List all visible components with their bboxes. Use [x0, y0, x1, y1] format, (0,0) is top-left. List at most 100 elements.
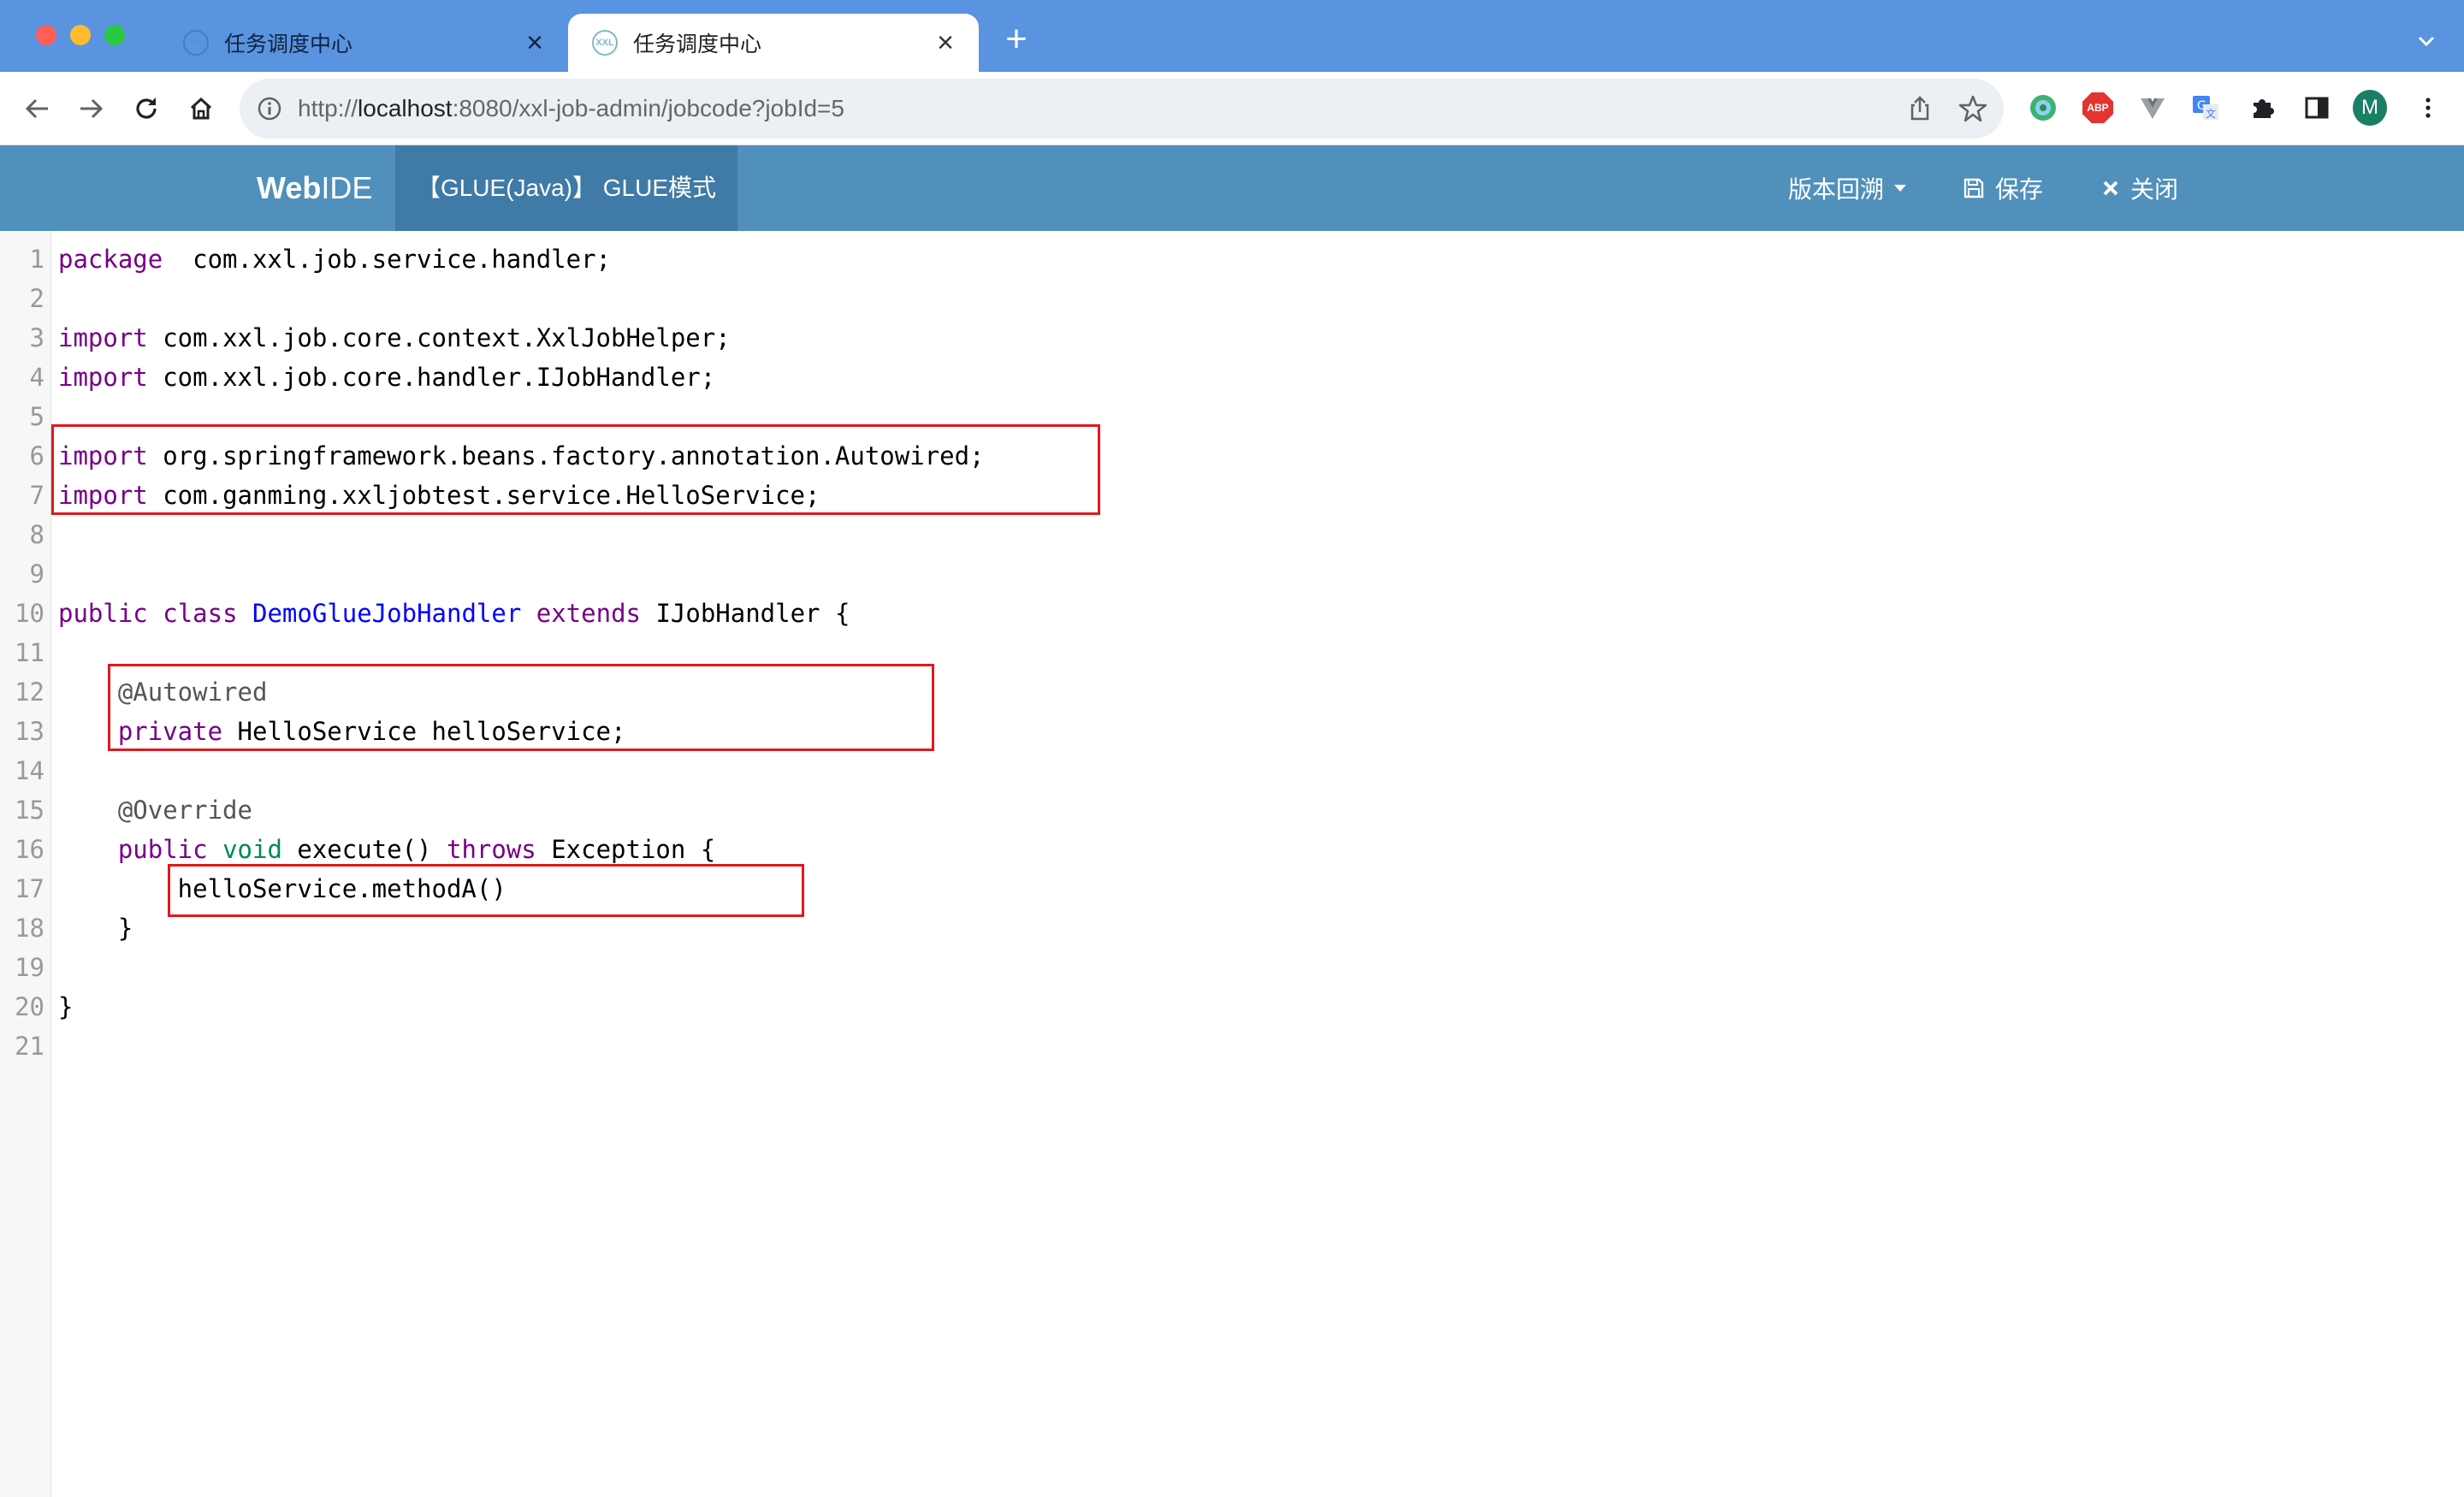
line-number: 4	[29, 363, 44, 392]
line-number: 15	[15, 796, 44, 825]
forward-button[interactable]	[72, 89, 111, 128]
token-meta: @Autowired	[117, 677, 268, 707]
avatar: M	[2353, 90, 2387, 126]
token-text: com.ganming.xxljobtest.service.HelloServ…	[147, 481, 820, 510]
tab-task-scheduler-2[interactable]: XXL 任务调度中心 ×	[568, 14, 979, 72]
line-number: 17	[15, 874, 44, 903]
glue-mode-label: 【GLUE(Java)】 GLUE模式	[395, 145, 737, 231]
save-button[interactable]: 保存	[1963, 145, 2043, 231]
line-code: }	[58, 987, 73, 1027]
code-line[interactable]: 9	[0, 554, 2464, 594]
code-line[interactable]: 19	[0, 948, 2464, 987]
bookmark-star-icon[interactable]	[1958, 93, 1988, 124]
line-code: import com.xxl.job.core.handler.IJobHand…	[58, 358, 715, 397]
translate-icon[interactable]: G文	[2189, 91, 2223, 125]
address-bar[interactable]: http://localhost:8080/xxl-job-admin/jobc…	[240, 79, 2004, 139]
token-kw: import	[58, 481, 148, 510]
line-number: 12	[15, 677, 44, 707]
browser-tab-strip: ◌ 任务调度中心 × XXL 任务调度中心 × +	[0, 0, 2464, 72]
xxl-favicon-icon: XXL	[592, 30, 618, 56]
arrow-left-icon	[25, 98, 48, 119]
token-text: Exception {	[536, 835, 716, 864]
adblock-icon[interactable]: ABP	[2081, 91, 2115, 125]
reload-button[interactable]	[127, 89, 166, 128]
code-line[interactable]: 17 helloService.methodA()	[0, 869, 2464, 908]
new-tab-button[interactable]: +	[999, 21, 1034, 58]
reload-icon	[136, 98, 157, 119]
window-close-button[interactable]	[36, 25, 56, 45]
tab-close-icon[interactable]: ×	[522, 28, 548, 57]
code-line[interactable]: 14	[0, 751, 2464, 790]
back-button[interactable]	[17, 89, 56, 128]
tab-close-icon[interactable]: ×	[933, 28, 958, 57]
xxl-favicon-icon: ◌	[183, 30, 209, 56]
code-line[interactable]: 6 import org.springframework.beans.factor…	[0, 436, 2464, 476]
code-line[interactable]: 2	[0, 279, 2464, 318]
token-kw: import	[58, 323, 148, 352]
home-button[interactable]	[181, 89, 221, 128]
line-number: 3	[29, 323, 44, 352]
token-type: void	[222, 835, 282, 864]
line-number: 1	[29, 245, 44, 274]
puzzle-extensions-icon[interactable]	[2245, 91, 2279, 125]
code-line[interactable]: 7 import com.ganming.xxljobtest.service.H…	[0, 476, 2464, 515]
line-code: }	[58, 908, 133, 948]
tab-search-chevron-icon[interactable]	[2411, 26, 2442, 56]
token-text: com.xxl.job.core.context.XxlJobHelper;	[147, 323, 731, 352]
line-number: 2	[29, 284, 44, 313]
code-line[interactable]: 8	[0, 515, 2464, 554]
token-kw: package	[58, 245, 163, 274]
window-minimize-button[interactable]	[70, 25, 91, 45]
browser-menu-icon[interactable]	[2411, 91, 2445, 125]
color-wheel-icon[interactable]	[2026, 91, 2060, 125]
window-zoom-button[interactable]	[104, 25, 125, 45]
close-label: 关闭	[2130, 176, 2179, 203]
code-line[interactable]: 20}	[0, 987, 2464, 1027]
code-line[interactable]: 3 import com.xxl.job.core.context.XxlJobH…	[0, 318, 2464, 358]
code-line[interactable]: 21	[0, 1027, 2464, 1066]
code-line[interactable]: 15 @Override	[0, 790, 2464, 830]
code-line[interactable]: 5	[0, 397, 2464, 436]
vue-devtools-icon[interactable]	[2135, 91, 2170, 125]
url-host: localhost	[358, 95, 453, 121]
token-kw: public	[117, 835, 208, 864]
line-number: 6	[29, 441, 44, 470]
webide-logo: WebIDE	[257, 145, 372, 231]
code-line[interactable]: 18 }	[0, 908, 2464, 948]
code-line[interactable]: 4 import com.xxl.job.core.handler.IJobHan…	[0, 358, 2464, 397]
site-info-icon[interactable]	[257, 96, 282, 121]
token-kw: import	[58, 363, 148, 392]
code-line[interactable]: 16 public void execute() throws Exceptio…	[0, 830, 2464, 869]
code-line[interactable]: 13 private HelloService helloService;	[0, 712, 2464, 751]
line-number: 9	[29, 559, 44, 589]
tab-title: 任务调度中心	[224, 33, 353, 56]
version-history-dropdown[interactable]: 版本回溯	[1788, 145, 1907, 231]
line-number: 8	[29, 520, 44, 549]
code-line[interactable]: 1 package com.xxl.job.service.handler;	[0, 240, 2464, 279]
caret-down-icon	[1894, 185, 1907, 192]
close-icon	[2101, 179, 2120, 198]
save-label: 保存	[1995, 176, 2044, 203]
line-number: 11	[15, 638, 44, 667]
token-kw: extends	[536, 599, 641, 628]
line-code: helloService.methodA()	[58, 869, 506, 908]
side-panel-icon[interactable]	[2300, 91, 2334, 125]
tab-task-scheduler-1[interactable]: ◌ 任务调度中心 ×	[159, 14, 568, 72]
code-editor[interactable]: 1 package com.xxl.job.service.handler; 2 3 i…	[0, 231, 2464, 1497]
code-line[interactable]: 10 public class DemoGlueJobHandler extend…	[0, 594, 2464, 633]
share-icon[interactable]	[1904, 93, 1935, 124]
profile-avatar[interactable]: M	[2353, 90, 2387, 126]
code-line[interactable]: 11	[0, 633, 2464, 672]
token-text: }	[58, 992, 74, 1021]
close-button[interactable]: 关闭	[2101, 145, 2178, 231]
code-line[interactable]: 12 @Autowired	[0, 672, 2464, 712]
url-text[interactable]: http://localhost:8080/xxl-job-admin/jobc…	[298, 79, 844, 139]
token-text: execute()	[281, 835, 447, 864]
floppy-save-icon	[1963, 177, 1985, 199]
